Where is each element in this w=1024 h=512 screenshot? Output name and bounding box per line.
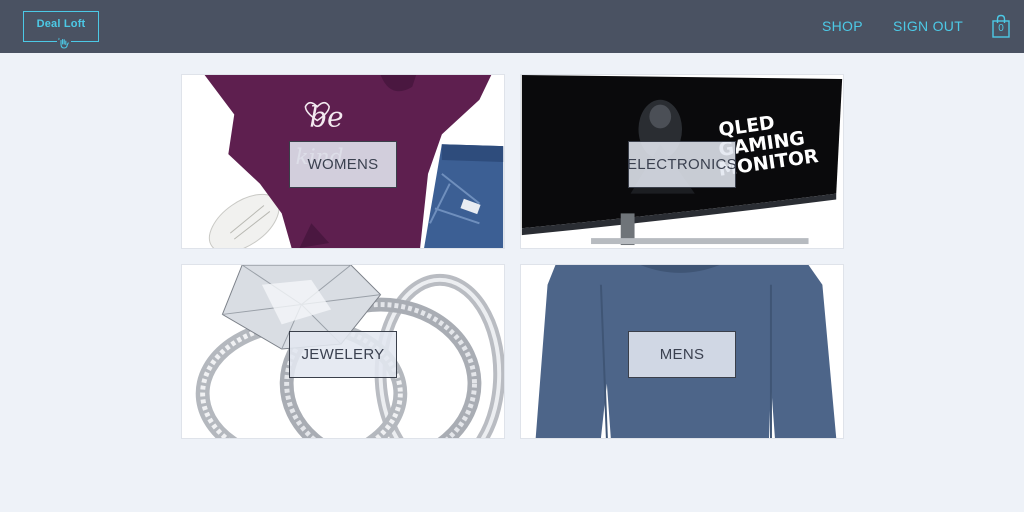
category-tile-jewelery[interactable]: JEWELERY: [181, 264, 505, 439]
category-label-electronics: ELECTRONICS: [627, 156, 737, 173]
category-label-box: ELECTRONICS: [627, 141, 737, 188]
category-tile-mens[interactable]: MENS: [520, 264, 844, 439]
cart-button[interactable]: 0: [991, 14, 1011, 38]
category-tile-womens[interactable]: be kind WOMENS: [181, 74, 505, 249]
logo[interactable]: Deal Loft: [23, 11, 99, 50]
logo-text: Deal Loft: [36, 18, 86, 30]
navbar: Deal Loft SHOP SIGN OUT 0: [0, 0, 1024, 53]
category-label-box: WOMENS: [289, 141, 397, 188]
waving-hand-icon: [57, 36, 71, 50]
nav-shop-link[interactable]: SHOP: [822, 18, 863, 34]
category-tile-electronics[interactable]: QLED GAMING MONITOR ELECTRONICS: [520, 74, 844, 249]
category-label-box: MENS: [628, 331, 736, 378]
category-label-mens: MENS: [659, 346, 705, 363]
cart-count: 0: [998, 23, 1004, 34]
category-label-jewelery: JEWELERY: [301, 346, 385, 363]
shirt-text: be: [309, 100, 343, 133]
category-label-box: JEWELERY: [289, 331, 397, 378]
nav-sign-out-link[interactable]: SIGN OUT: [893, 18, 963, 34]
category-label-womens: WOMENS: [307, 156, 379, 173]
